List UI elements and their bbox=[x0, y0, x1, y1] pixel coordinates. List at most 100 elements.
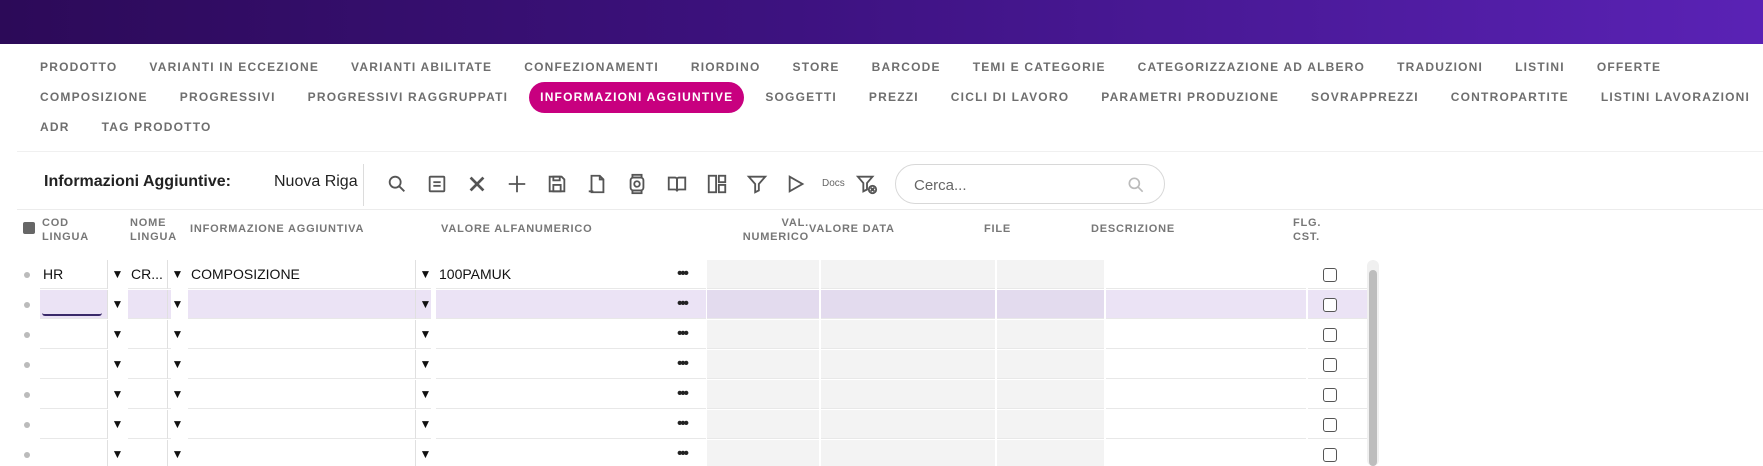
nome-lingua-dropdown[interactable]: ▼ bbox=[167, 290, 187, 319]
tab-riordino[interactable]: RIORDINO bbox=[680, 54, 772, 80]
filter-clear-icon[interactable] bbox=[854, 171, 880, 197]
search-input-icon[interactable] bbox=[1126, 175, 1146, 195]
cell-nome-lingua[interactable] bbox=[128, 440, 171, 466]
tab-sovrapprezzi[interactable]: SOVRAPPREZZI bbox=[1300, 84, 1430, 110]
cell-val-numerico[interactable] bbox=[707, 350, 819, 379]
tab-informazioni-aggiuntive[interactable]: INFORMAZIONI AGGIUNTIVE bbox=[529, 81, 745, 113]
cell-valore-alfanumerico[interactable] bbox=[436, 320, 706, 349]
tab-temi-e-categorie[interactable]: TEMI E CATEGORIE bbox=[962, 54, 1117, 80]
table-row[interactable]: ▼ ▼ ▼ ••• bbox=[17, 290, 1367, 320]
tab-listini[interactable]: LISTINI bbox=[1504, 54, 1576, 80]
cell-file[interactable] bbox=[997, 440, 1104, 466]
cell-file[interactable] bbox=[997, 380, 1104, 409]
table-row[interactable]: ▼ ▼ ▼ ••• bbox=[17, 440, 1367, 466]
cell-descrizione[interactable] bbox=[1106, 350, 1306, 379]
tab-progressivi-raggruppati[interactable]: PROGRESSIVI RAGGRUPPATI bbox=[297, 84, 520, 110]
tab-parametri-produzione[interactable]: PARAMETRI PRODUZIONE bbox=[1090, 84, 1290, 110]
header-file[interactable]: FILE bbox=[984, 222, 1011, 236]
table-row[interactable]: ▼ ▼ ▼ ••• bbox=[17, 380, 1367, 410]
more-icon[interactable]: ••• bbox=[669, 320, 695, 349]
more-icon[interactable]: ••• bbox=[669, 260, 695, 289]
cell-valore-alfanumerico[interactable] bbox=[436, 380, 706, 409]
informazione-dropdown[interactable]: ▼ bbox=[415, 410, 435, 439]
nome-lingua-dropdown[interactable]: ▼ bbox=[167, 320, 187, 349]
search-input[interactable] bbox=[914, 175, 1114, 195]
cell-nome-lingua[interactable] bbox=[128, 350, 171, 379]
cell-val-numerico[interactable] bbox=[707, 440, 819, 466]
cell-nome-lingua[interactable] bbox=[128, 290, 171, 319]
tab-varianti-abilitate[interactable]: VARIANTI ABILITATE bbox=[340, 54, 503, 80]
cell-nome-lingua[interactable]: CR... bbox=[128, 260, 171, 289]
tab-progressivi[interactable]: PROGRESSIVI bbox=[169, 84, 287, 110]
cell-file[interactable] bbox=[997, 290, 1104, 319]
cell-informazione-aggiuntiva[interactable] bbox=[188, 320, 431, 349]
tab-tag-prodotto[interactable]: TAG PRODOTTO bbox=[91, 114, 223, 140]
informazione-dropdown[interactable]: ▼ bbox=[415, 380, 435, 409]
cell-file[interactable] bbox=[997, 410, 1104, 439]
book-icon[interactable] bbox=[664, 171, 690, 197]
flg-cst-checkbox[interactable] bbox=[1323, 268, 1337, 282]
tab-soggetti[interactable]: SOGGETTI bbox=[754, 84, 848, 110]
cod-lingua-input[interactable] bbox=[42, 294, 102, 316]
cell-cod-lingua[interactable] bbox=[40, 320, 108, 349]
tab-confezionamenti[interactable]: CONFEZIONAMENTI bbox=[513, 54, 670, 80]
informazione-dropdown[interactable]: ▼ bbox=[415, 440, 435, 466]
informazione-dropdown[interactable]: ▼ bbox=[415, 350, 435, 379]
table-row[interactable]: HR ▼ CR... ▼ COMPOSIZIONE ▼ 100PAMUK ••• bbox=[17, 260, 1367, 290]
cell-file[interactable] bbox=[997, 350, 1104, 379]
cell-val-numerico[interactable] bbox=[707, 260, 819, 289]
tab-traduzioni[interactable]: TRADUZIONI bbox=[1386, 54, 1494, 80]
more-icon[interactable]: ••• bbox=[669, 440, 695, 466]
cell-nome-lingua[interactable] bbox=[128, 380, 171, 409]
table-row[interactable]: ▼ ▼ ▼ ••• bbox=[17, 410, 1367, 440]
tab-categorizzazione-ad-albero[interactable]: CATEGORIZZAZIONE AD ALBERO bbox=[1127, 54, 1376, 80]
close-icon[interactable] bbox=[464, 171, 490, 197]
vertical-scrollbar[interactable] bbox=[1367, 260, 1379, 466]
more-icon[interactable]: ••• bbox=[669, 380, 695, 409]
cell-file[interactable] bbox=[997, 260, 1104, 289]
cell-descrizione[interactable] bbox=[1106, 290, 1306, 319]
cod-lingua-dropdown[interactable]: ▼ bbox=[107, 380, 127, 409]
cell-val-numerico[interactable] bbox=[707, 290, 819, 319]
tab-cicli-di-lavoro[interactable]: CICLI DI LAVORO bbox=[940, 84, 1080, 110]
cell-cod-lingua[interactable] bbox=[40, 350, 108, 379]
cell-informazione-aggiuntiva[interactable] bbox=[188, 350, 431, 379]
watch-icon[interactable] bbox=[624, 171, 650, 197]
cell-nome-lingua[interactable] bbox=[128, 320, 171, 349]
select-all-checkbox[interactable] bbox=[23, 222, 35, 234]
layout-icon[interactable] bbox=[704, 171, 730, 197]
cell-descrizione[interactable] bbox=[1106, 440, 1306, 466]
nome-lingua-dropdown[interactable]: ▼ bbox=[167, 440, 187, 466]
header-descrizione[interactable]: DESCRIZIONE bbox=[1091, 222, 1175, 236]
header-cod-lingua[interactable]: COD LINGUA bbox=[42, 216, 89, 244]
tab-varianti-in-eccezione[interactable]: VARIANTI IN ECCEZIONE bbox=[138, 54, 330, 80]
cell-valore-data[interactable] bbox=[821, 260, 995, 289]
tab-prezzi[interactable]: PREZZI bbox=[858, 84, 930, 110]
header-val-numerico[interactable]: VAL. NUMERICO bbox=[716, 216, 809, 244]
cell-valore-alfanumerico[interactable] bbox=[436, 350, 706, 379]
cell-valore-alfanumerico[interactable] bbox=[436, 410, 706, 439]
tab-store[interactable]: STORE bbox=[781, 54, 850, 80]
tab-listini-lavorazioni[interactable]: LISTINI LAVORAZIONI bbox=[1590, 84, 1761, 110]
save-icon[interactable] bbox=[544, 171, 570, 197]
cod-lingua-dropdown[interactable]: ▼ bbox=[107, 350, 127, 379]
flg-cst-checkbox[interactable] bbox=[1323, 358, 1337, 372]
cell-val-numerico[interactable] bbox=[707, 410, 819, 439]
plus-icon[interactable] bbox=[504, 171, 530, 197]
cell-descrizione[interactable] bbox=[1106, 380, 1306, 409]
cell-cod-lingua[interactable] bbox=[40, 410, 108, 439]
cell-file[interactable] bbox=[997, 320, 1104, 349]
cell-valore-data[interactable] bbox=[821, 440, 995, 466]
cod-lingua-dropdown[interactable]: ▼ bbox=[107, 410, 127, 439]
cell-valore-alfanumerico[interactable] bbox=[436, 290, 706, 319]
scrollbar-thumb[interactable] bbox=[1369, 270, 1377, 466]
more-icon[interactable]: ••• bbox=[669, 350, 695, 379]
cod-lingua-dropdown[interactable]: ▼ bbox=[107, 440, 127, 466]
cod-lingua-dropdown[interactable]: ▼ bbox=[107, 290, 127, 319]
cell-valore-data[interactable] bbox=[821, 380, 995, 409]
cell-informazione-aggiuntiva[interactable] bbox=[188, 380, 431, 409]
nome-lingua-dropdown[interactable]: ▼ bbox=[167, 350, 187, 379]
header-flg-cst[interactable]: FLG. CST. bbox=[1293, 216, 1321, 244]
informazione-dropdown[interactable]: ▼ bbox=[415, 260, 435, 289]
cell-valore-data[interactable] bbox=[821, 410, 995, 439]
